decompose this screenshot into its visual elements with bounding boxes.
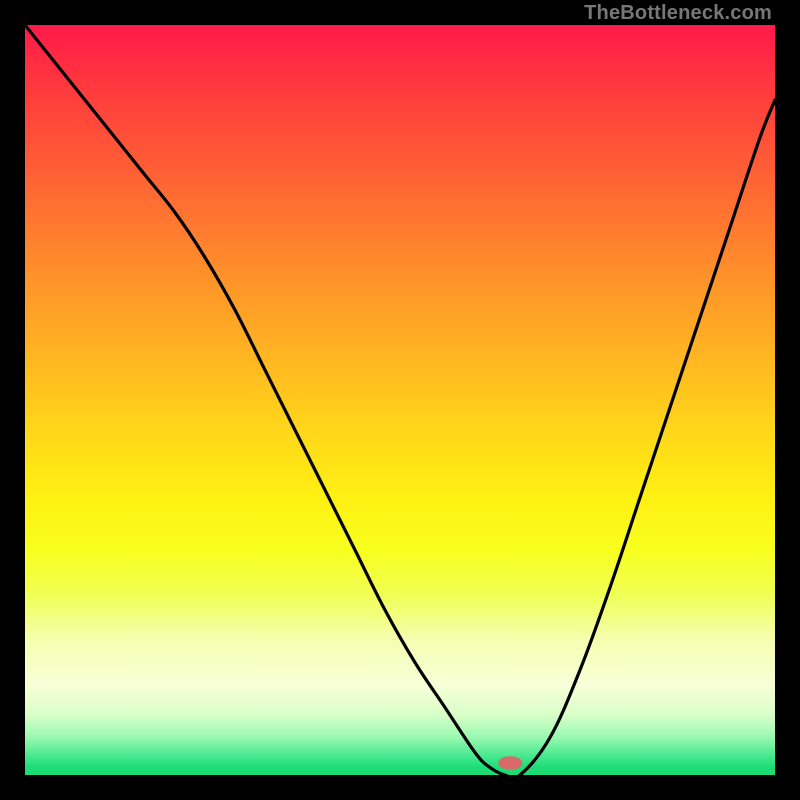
curve-svg: [25, 25, 775, 775]
plot-area: [25, 25, 775, 775]
watermark-text: TheBottleneck.com: [584, 2, 772, 25]
chart-container: TheBottleneck.com: [0, 0, 800, 800]
bottleneck-point: [498, 756, 522, 770]
bottleneck-curve: [25, 25, 775, 775]
